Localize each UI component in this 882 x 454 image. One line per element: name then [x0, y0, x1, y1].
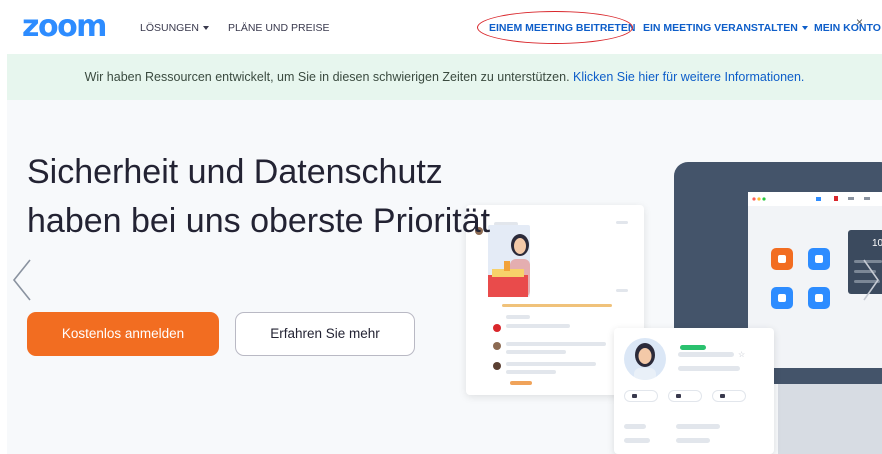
nav-my-account[interactable]: MEIN KONTO [814, 21, 881, 35]
phone-button-icon [712, 390, 746, 402]
banner-message: Wir haben Ressourcen entwickelt, um Sie … [7, 69, 882, 85]
info-banner: Wir haben Ressourcen entwickelt, um Sie … [7, 54, 882, 100]
monitor-stand [778, 384, 882, 454]
caret-down-icon [202, 26, 209, 31]
hero-headline: Sicherheit und Datenschutz haben bei uns… [27, 153, 491, 240]
video-button-icon [668, 390, 702, 402]
contact-avatar [624, 338, 666, 380]
banner-link[interactable]: Klicken Sie hier für weitere Information… [573, 70, 804, 84]
carousel-dots [418, 448, 478, 454]
clock-text: 10 [872, 238, 882, 249]
chevron-right-icon[interactable] [862, 256, 882, 304]
annotation-circle [477, 11, 633, 44]
nav-plans[interactable]: PLÄNE UND PREISE [228, 21, 330, 35]
caret-down-icon [801, 26, 808, 31]
chat-button-icon [624, 390, 658, 402]
zoom-logo[interactable]: zoom [22, 10, 107, 44]
join-icon [808, 248, 830, 270]
nav-host-meeting[interactable]: EIN MEETING VERANSTALTEN [643, 21, 808, 35]
share-screen-icon [808, 287, 830, 309]
banner-text: Wir haben Ressourcen entwickelt, um Sie … [84, 70, 570, 84]
zoom-homepage: zoom LÖSUNGEN PLÄNE UND PREISE EINEM MEE… [0, 0, 882, 454]
top-navigation: zoom LÖSUNGEN PLÄNE UND PREISE EINEM MEE… [0, 0, 882, 54]
chevron-left-icon[interactable] [10, 256, 34, 304]
close-icon[interactable]: × [856, 14, 863, 30]
star-icon: ☆ [738, 350, 746, 359]
nav-host-meeting-label: EIN MEETING VERANSTALTEN [643, 22, 798, 34]
learn-more-button[interactable]: Erfahren Sie mehr [235, 312, 415, 356]
online-status-icon [680, 345, 706, 350]
signup-free-button[interactable]: Kostenlos anmelden [27, 312, 219, 356]
nav-solutions-label: LÖSUNGEN [140, 22, 199, 34]
nav-solutions[interactable]: LÖSUNGEN [140, 21, 209, 35]
schedule-icon [771, 287, 793, 309]
new-meeting-icon [771, 248, 793, 270]
person-icon [634, 343, 656, 380]
